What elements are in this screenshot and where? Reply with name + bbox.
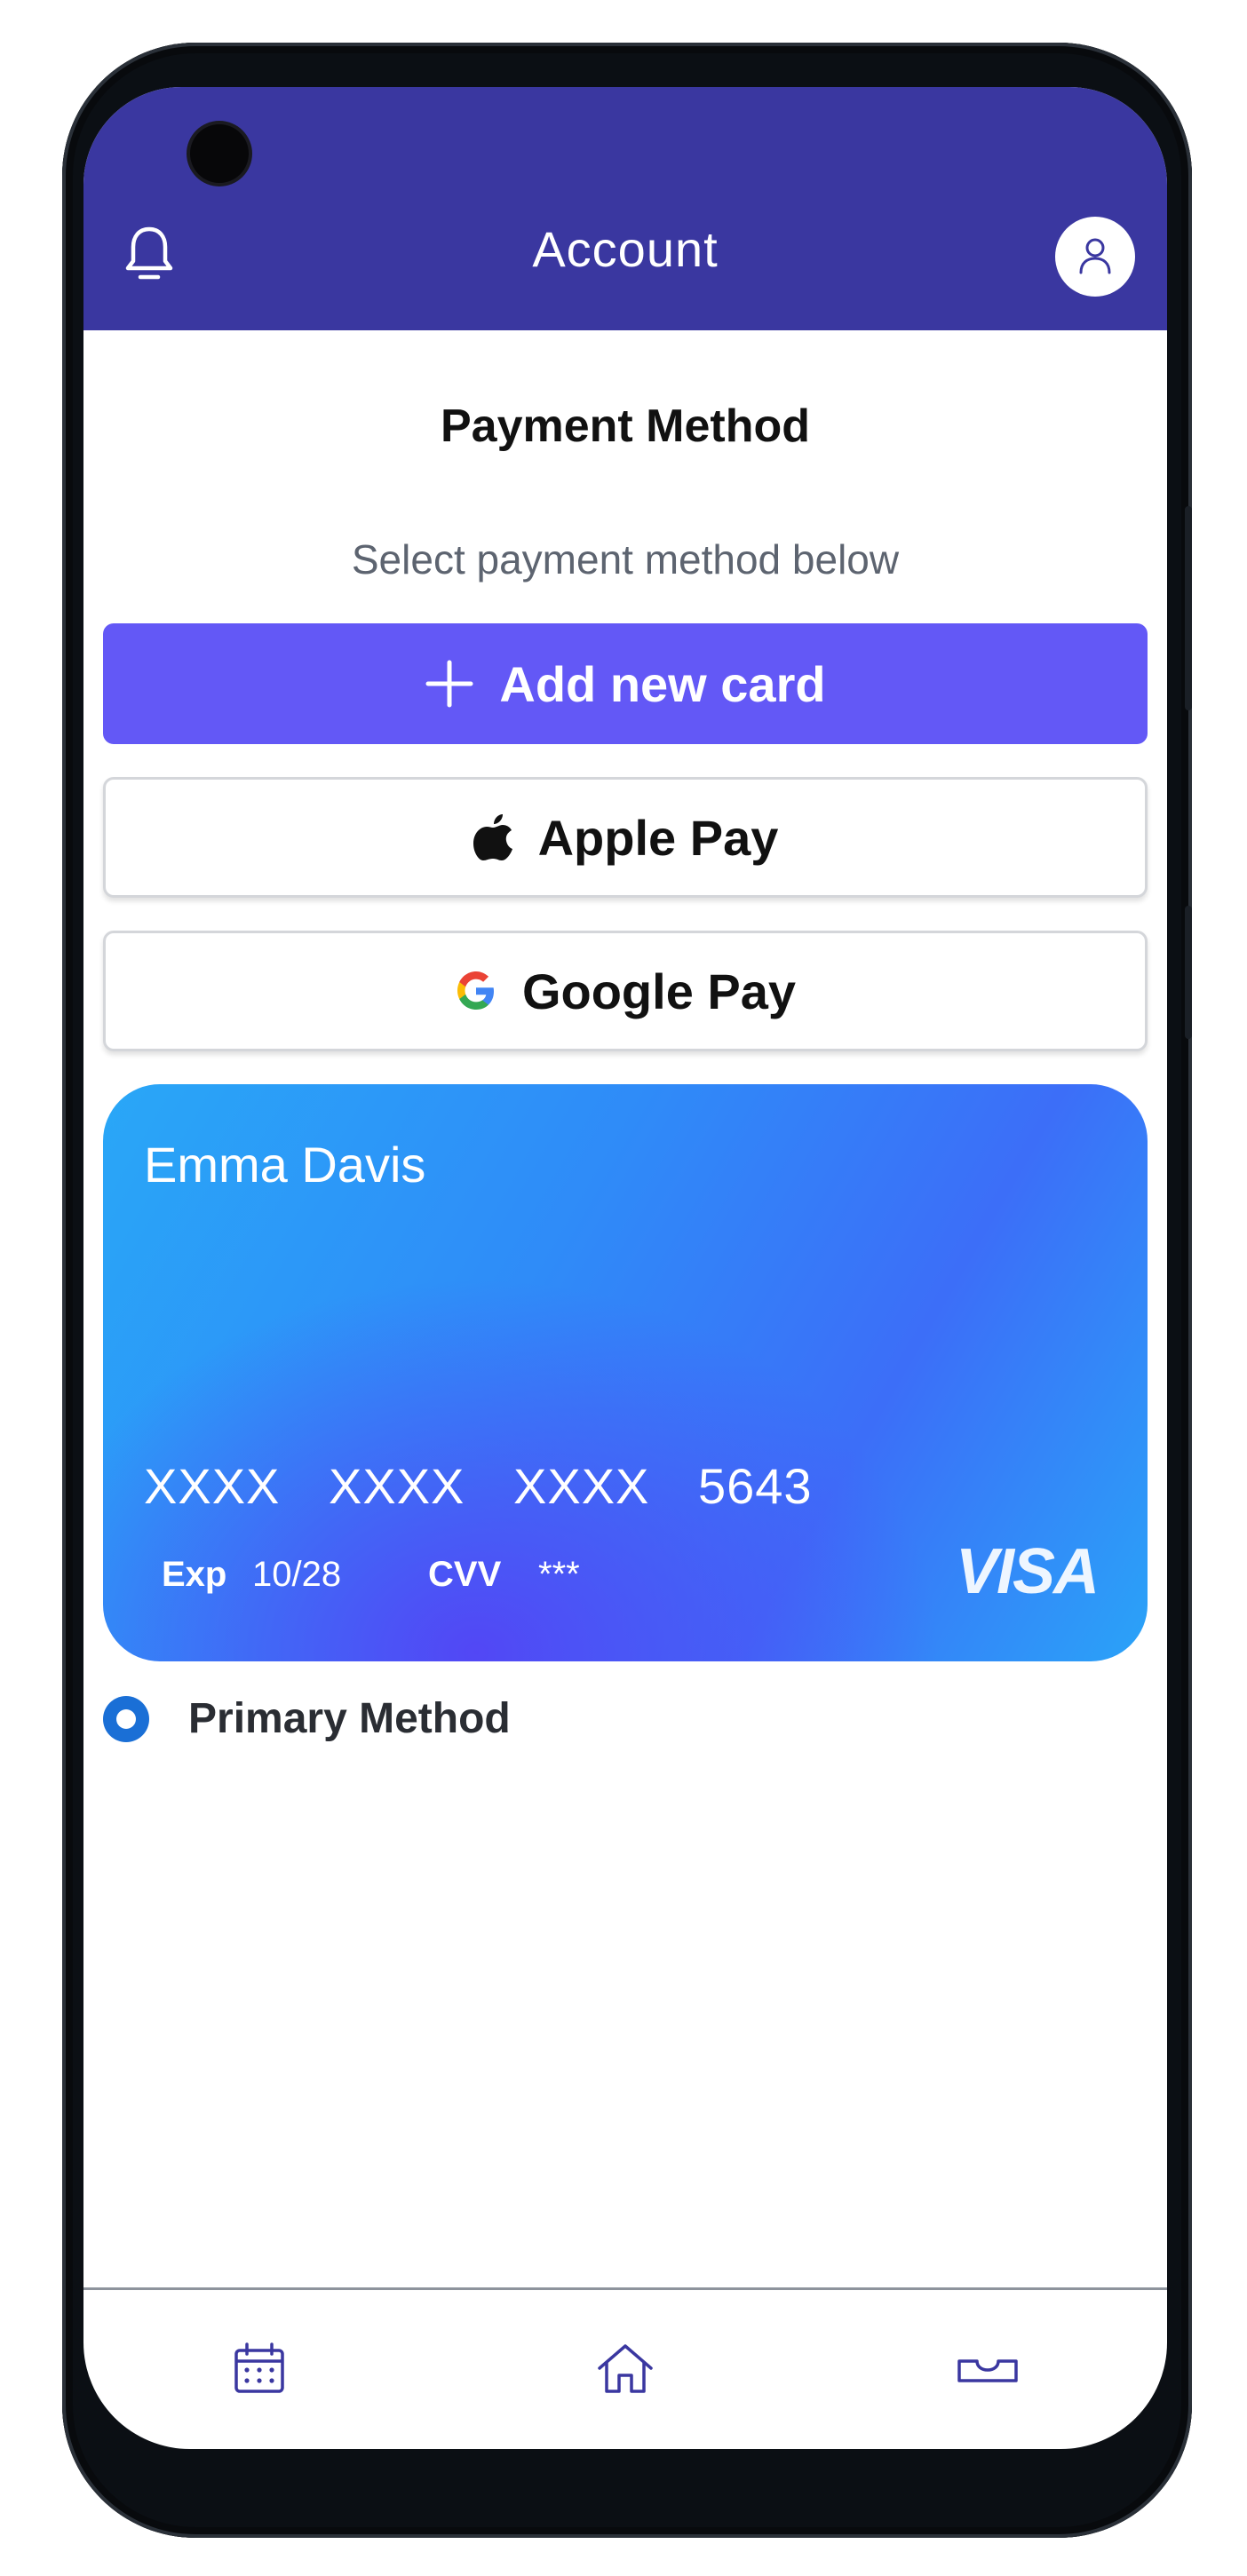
card-holder-name: Emma Davis xyxy=(144,1137,426,1193)
payment-heading: Payment Method xyxy=(440,400,811,452)
volume-button xyxy=(1185,506,1192,710)
primary-method-radio[interactable] xyxy=(103,1695,149,1742)
card-number-group: XXXX xyxy=(329,1458,465,1514)
visa-logo: VISA xyxy=(956,1536,1100,1607)
card-number-last4: 5643 xyxy=(698,1458,813,1514)
screen: Account Payment Method Select payment me… xyxy=(83,87,1167,2449)
primary-method-label: Primary Method xyxy=(188,1695,511,1742)
apple-pay-button[interactable]: Apple Pay xyxy=(103,777,1148,898)
page-title: Account xyxy=(532,221,719,277)
payment-card[interactable]: Emma Davis XXXX XXXX XXXX 5643 Exp 10/28… xyxy=(103,1084,1148,1661)
primary-method-option[interactable]: Primary Method xyxy=(103,1694,511,1743)
inbox-icon[interactable] xyxy=(952,2337,1023,2399)
google-icon xyxy=(455,970,497,1012)
google-pay-label: Google Pay xyxy=(521,963,797,1019)
card-exp-value: 10/28 xyxy=(252,1555,342,1594)
card-cvv-label: CVV xyxy=(428,1555,502,1594)
add-new-card-label: Add new card xyxy=(499,655,826,712)
power-button xyxy=(1185,906,1192,1039)
apple-pay-label: Apple Pay xyxy=(537,809,779,866)
radio-dot xyxy=(116,1708,136,1729)
card-exp-label: Exp xyxy=(162,1555,227,1594)
header-bar: Account xyxy=(83,87,1167,330)
calendar-icon[interactable] xyxy=(224,2337,295,2399)
google-pay-button[interactable]: Google Pay xyxy=(103,931,1148,1051)
add-new-card-button[interactable]: Add new card xyxy=(103,623,1148,744)
card-cvv-value: *** xyxy=(538,1555,580,1594)
card-number-group: XXXX xyxy=(513,1458,650,1514)
plus-icon xyxy=(425,659,474,709)
user-icon xyxy=(1079,238,1111,274)
front-camera xyxy=(190,124,249,183)
bottom-nav-divider xyxy=(83,2287,1167,2290)
apple-icon xyxy=(473,813,513,861)
avatar-button[interactable] xyxy=(1055,217,1135,297)
card-number-group: XXXX xyxy=(144,1458,281,1514)
payment-subheading: Select payment method below xyxy=(351,536,900,583)
home-icon[interactable] xyxy=(590,2337,661,2399)
